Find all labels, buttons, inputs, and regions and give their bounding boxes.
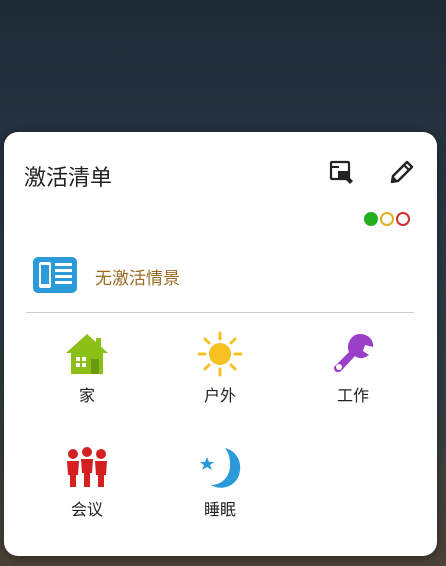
status-dots [364, 212, 410, 226]
pencil-icon [390, 160, 414, 184]
edit-button[interactable] [385, 155, 419, 189]
scene-label: 家 [78, 386, 95, 405]
status-dot-red [396, 212, 410, 226]
status-dot-yellow [380, 212, 394, 226]
house-icon [63, 330, 111, 378]
people-icon [63, 444, 111, 492]
scene-home[interactable]: 家 [37, 330, 137, 406]
scene-label: 会议 [70, 500, 103, 519]
scene-label: 工作 [336, 386, 369, 405]
activation-list-icon [32, 256, 78, 298]
scene-label: 睡眠 [203, 500, 236, 519]
panel-title: 激活清单 [24, 166, 113, 191]
edit-layout-button[interactable] [325, 155, 359, 189]
edit-layout-icon [329, 160, 355, 185]
divider [26, 312, 414, 313]
scene-outdoor[interactable]: 户外 [170, 330, 270, 406]
no-active-scene-text: 无激活情景 [95, 269, 180, 289]
status-dot-green [364, 212, 378, 226]
sun-icon [196, 330, 244, 378]
scene-meeting[interactable]: 会议 [37, 444, 137, 520]
moon-star-icon [196, 444, 244, 492]
scene-work[interactable]: 工作 [303, 330, 403, 406]
wrench-icon [329, 330, 377, 378]
scene-label: 户外 [203, 386, 236, 405]
scene-sleep[interactable]: 睡眠 [170, 444, 270, 520]
